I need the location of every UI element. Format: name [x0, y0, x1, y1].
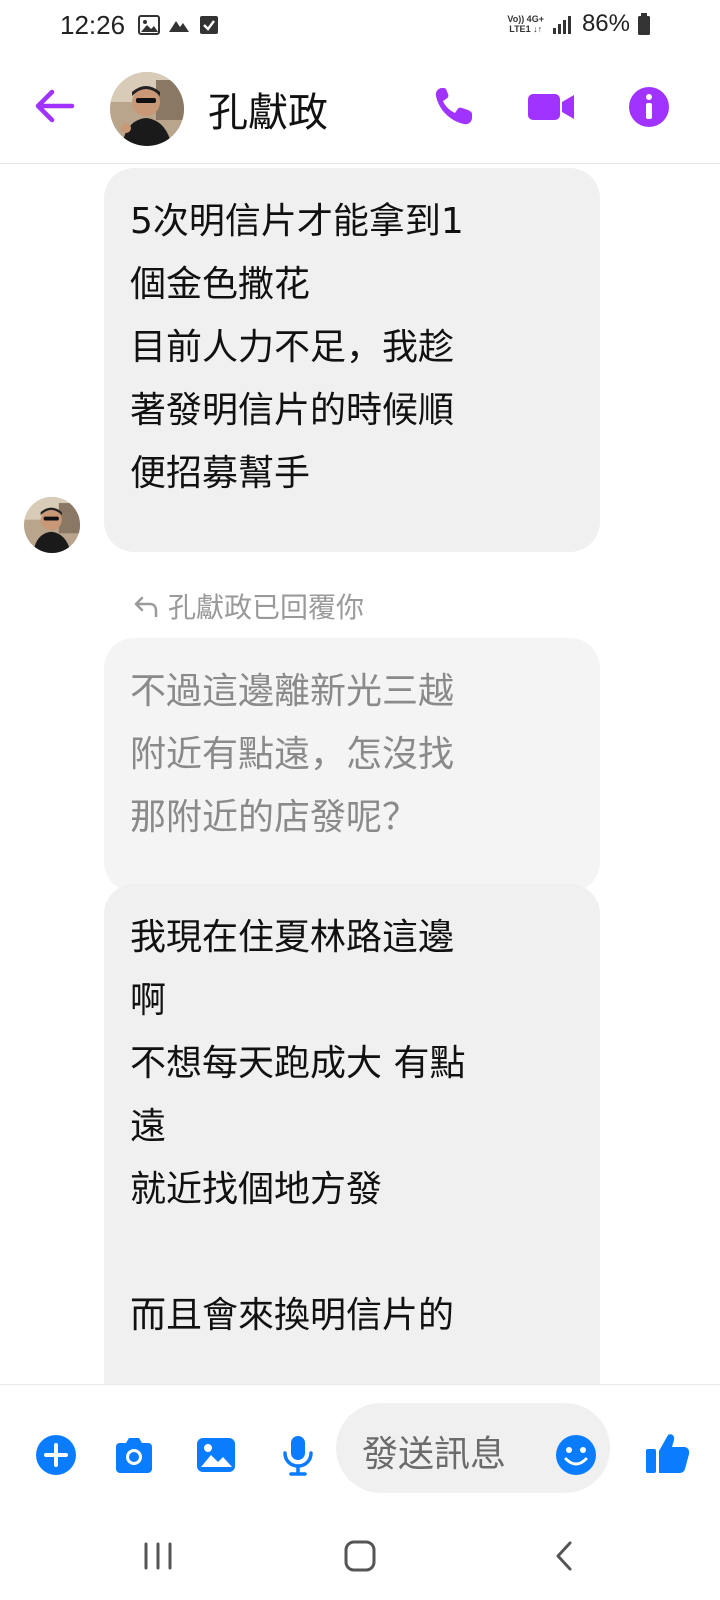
- message-bubble[interactable]: 我現在住夏林路這邊 啊 不想每天跑成大 有點 遠 就近找個地方發 而且會來換明信…: [104, 884, 600, 1404]
- quoted-message[interactable]: 不過這邊離新光三越 附近有點遠，怎沒找 那附近的店發呢？: [104, 638, 600, 892]
- camera-icon[interactable]: [112, 1433, 156, 1477]
- system-nav-bar: [0, 1514, 720, 1600]
- notification-icons: [138, 14, 220, 36]
- video-camera-icon[interactable]: [526, 84, 576, 130]
- image-notification-icon: [138, 15, 160, 35]
- phone-icon[interactable]: [430, 84, 480, 130]
- contact-name[interactable]: 孔獻政: [208, 80, 328, 138]
- thumbs-up-icon[interactable]: [644, 1429, 692, 1477]
- status-right: Vo)) 4G+ LTE1 ↓↑ 86%: [507, 10, 650, 38]
- recents-icon[interactable]: [138, 1536, 178, 1576]
- message-input-placeholder: 發送訊息: [362, 1434, 507, 1475]
- battery-percent: 86%: [581, 10, 630, 37]
- status-bar: 12:26 Vo)) 4G+ LTE1 ↓↑ 86%: [0, 0, 720, 50]
- status-time: 12:26: [60, 10, 126, 40]
- emoji-icon[interactable]: [554, 1433, 598, 1477]
- mountain-notification-icon: [169, 21, 189, 32]
- battery-icon: [638, 13, 650, 35]
- message-bubble[interactable]: 5次明信片才能拿到1 個金色撒花 目前人力不足，我趁 著發明信片的時候順 便招募…: [104, 168, 600, 552]
- back-arrow-icon[interactable]: [30, 84, 78, 128]
- reply-note-text: 孔獻政已回覆你: [168, 591, 365, 624]
- microphone-icon[interactable]: [276, 1433, 320, 1477]
- network-bottom-label: LTE1 ↓↑: [509, 24, 543, 34]
- reply-arrow-icon: [134, 596, 158, 618]
- conversation-header: 孔獻政: [0, 50, 720, 164]
- network-indicator: Vo)) 4G+ LTE1 ↓↑: [507, 14, 544, 34]
- check-notification-icon: [200, 16, 218, 34]
- message-composer: 發送訊息: [0, 1384, 720, 1514]
- network-top-label: Vo)) 4G+: [507, 14, 544, 24]
- nav-back-icon[interactable]: [546, 1536, 586, 1576]
- sender-avatar[interactable]: [24, 497, 80, 553]
- image-icon[interactable]: [194, 1433, 238, 1477]
- signal-icon: [552, 16, 571, 34]
- plus-icon[interactable]: [34, 1433, 78, 1477]
- reply-indicator: 孔獻政已回覆你: [132, 586, 364, 626]
- contact-avatar[interactable]: [110, 72, 184, 146]
- home-icon[interactable]: [340, 1536, 380, 1576]
- info-icon[interactable]: [624, 84, 674, 130]
